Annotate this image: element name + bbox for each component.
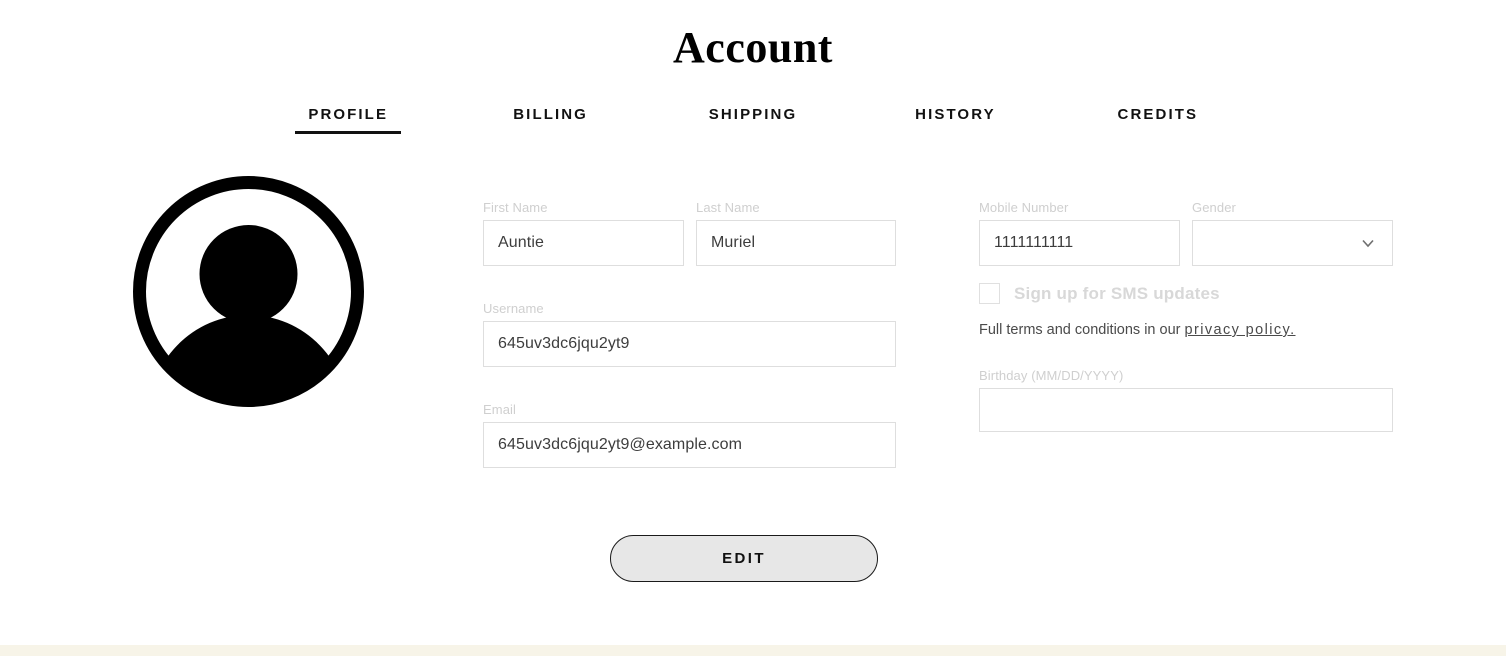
username-input[interactable]: 645uv3dc6jqu2yt9 xyxy=(483,321,896,367)
gender-select[interactable] xyxy=(1192,220,1393,266)
birthday-input[interactable] xyxy=(979,388,1393,432)
sms-checkbox-label: Sign up for SMS updates xyxy=(1014,284,1220,303)
privacy-policy-link[interactable]: privacy policy. xyxy=(1185,322,1296,338)
username-label: Username xyxy=(483,301,544,316)
gender-label: Gender xyxy=(1192,200,1236,215)
last-name-label: Last Name xyxy=(696,200,760,215)
gender-field: Gender xyxy=(1192,200,1393,266)
email-input[interactable]: 645uv3dc6jqu2yt9@example.com xyxy=(483,422,896,468)
last-name-input[interactable]: Muriel xyxy=(696,220,896,266)
email-value: 645uv3dc6jqu2yt9@example.com xyxy=(498,436,743,453)
terms-text: Full terms and conditions in our privacy… xyxy=(979,321,1296,339)
profile-form: First Name Auntie Last Name Muriel Usern… xyxy=(0,0,1506,656)
mobile-number-label: Mobile Number xyxy=(979,200,1069,215)
first-name-label: First Name xyxy=(483,200,548,215)
email-field: Email 645uv3dc6jqu2yt9@example.com xyxy=(483,402,896,468)
mobile-number-value: 1111111111 xyxy=(994,234,1074,251)
mobile-number-field: Mobile Number 1111111111 xyxy=(979,200,1180,266)
username-value: 645uv3dc6jqu2yt9 xyxy=(498,335,630,352)
mobile-number-input[interactable]: 1111111111 xyxy=(979,220,1180,266)
terms-prefix: Full terms and conditions in our xyxy=(979,322,1185,338)
bottom-color-band xyxy=(0,645,1506,656)
last-name-field: Last Name Muriel xyxy=(696,200,896,266)
birthday-field: Birthday (MM/DD/YYYY) xyxy=(979,368,1393,432)
first-name-value: Auntie xyxy=(498,234,544,251)
sms-optin-row: Sign up for SMS updates xyxy=(979,283,1220,304)
first-name-field: First Name Auntie xyxy=(483,200,684,266)
email-label: Email xyxy=(483,402,517,417)
last-name-value: Muriel xyxy=(711,234,756,251)
username-field: Username 645uv3dc6jqu2yt9 xyxy=(483,301,896,367)
first-name-input[interactable]: Auntie xyxy=(483,220,684,266)
edit-button[interactable]: EDIT xyxy=(610,535,878,582)
chevron-down-icon xyxy=(1362,239,1374,248)
birthday-label: Birthday (MM/DD/YYYY) xyxy=(979,368,1124,383)
sms-checkbox[interactable] xyxy=(979,283,1000,304)
